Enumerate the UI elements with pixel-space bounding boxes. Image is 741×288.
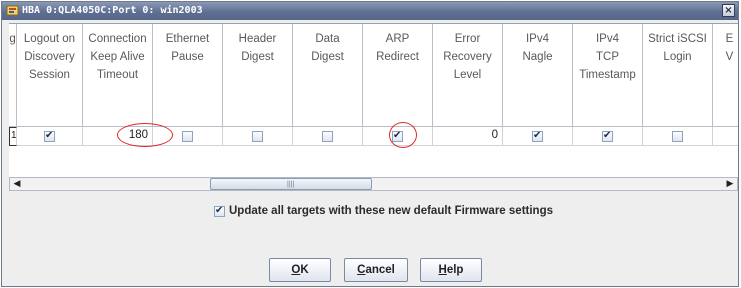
data-digest-checkbox[interactable] [322,131,333,142]
header-label: IPv4 [525,33,549,45]
table-cell-error-recovery-level[interactable]: 0 [433,127,503,146]
scroll-left-arrow-icon[interactable]: ◀ [11,178,23,190]
column-header-partial[interactable]: ng [9,24,17,127]
table-cell-header-digest[interactable] [223,127,293,146]
header-label: Timeout [96,69,139,81]
cancel-button[interactable]: Cancel [344,258,408,282]
ok-button[interactable]: OK [269,258,331,282]
header-label: Ethernet [165,33,210,45]
table-cell-row-number[interactable]: 1 [9,127,17,146]
dialog-window: HBA 0:QLA4050C:Port 0: win2003 × ng Logo… [1,1,739,287]
header-label: Login [663,51,692,63]
header-label: Connection [88,33,147,45]
keep-alive-timeout-value[interactable]: 180 [129,129,148,141]
header-label: Timestamp [579,69,636,81]
update-all-targets-label: Update all targets with these new defaul… [229,205,553,217]
logout-on-discovery-session-checkbox[interactable] [44,130,55,142]
grip-icon: |||| [287,181,295,188]
title-bar[interactable]: HBA 0:QLA4050C:Port 0: win2003 × [2,2,738,20]
table-cell-ethernet-pause[interactable] [153,127,223,146]
column-header-connection-keep-alive-timeout[interactable]: Connection Keep Alive Timeout [83,24,153,127]
column-header-strict-iscsi-login[interactable]: Strict iSCSI Login [643,24,713,127]
header-digest-checkbox[interactable] [252,131,263,142]
close-button[interactable]: × [722,4,735,17]
arp-redirect-checkbox[interactable] [392,130,403,142]
column-header-error-recovery-level[interactable]: Error Recovery Level [433,24,503,127]
header-label: Discovery [24,51,75,63]
header-label: IPv4 [595,33,619,45]
window-title: HBA 0:QLA4050C:Port 0: win2003 [22,5,203,16]
cancel-label-rest: ancel [365,264,395,276]
header-label: Error [454,33,481,45]
table-cell-connection-keep-alive-timeout[interactable]: 180 [83,127,153,146]
header-label: Nagle [522,51,553,63]
table-cell-arp-redirect[interactable] [363,127,433,146]
header-label: ng [9,33,16,45]
ok-label-rest: K [300,264,309,276]
column-header-ethernet-pause[interactable]: Ethernet Pause [153,24,223,127]
header-label: V [725,51,734,63]
help-mnemonic: H [438,264,447,276]
table-cell-data-digest[interactable] [293,127,363,146]
header-label: TCP [596,51,619,63]
column-header-logout-on-discovery-session[interactable]: Logout on Discovery Session [17,24,83,127]
horizontal-scrollbar[interactable]: ◀ |||| ▶ [9,177,738,191]
update-all-targets-checkbox[interactable] [214,205,225,217]
help-label-rest: elp [446,264,464,276]
table-cell-ipv4-nagle[interactable] [503,127,573,146]
row-number: 1 [11,130,17,141]
column-header-header-digest[interactable]: Header Digest [223,24,293,127]
column-header-ipv4-nagle[interactable]: IPv4 Nagle [503,24,573,127]
header-label: Strict iSCSI [648,33,707,45]
table-cell-partial-right[interactable] [713,127,738,146]
table-cell-strict-iscsi-login[interactable] [643,127,713,146]
column-header-ipv4-tcp-timestamp[interactable]: IPv4 TCP Timestamp [573,24,643,127]
scroll-thumb[interactable]: |||| [210,178,372,190]
column-header-data-digest[interactable]: Data Digest [293,24,363,127]
app-icon [6,5,19,16]
column-header-partial-right[interactable]: E V [713,24,738,127]
ipv4-nagle-checkbox[interactable] [532,130,543,142]
settings-table: ng Logout on Discovery Session Connectio… [9,23,738,177]
header-label: Recovery [443,51,492,63]
ok-mnemonic: O [291,264,301,276]
ethernet-pause-checkbox[interactable] [182,131,193,142]
header-label: Digest [311,51,344,63]
header-label: Level [453,69,482,81]
header-label: Pause [171,51,204,63]
header-label: E [725,33,734,45]
header-label: Digest [241,51,274,63]
header-label: Header [238,33,277,45]
error-recovery-level-value[interactable]: 0 [492,129,498,141]
table-cell-logout-on-discovery-session[interactable] [17,127,83,146]
header-label: Data [315,33,340,45]
header-label: ARP [385,33,410,45]
header-label: Keep Alive [90,51,145,63]
strict-iscsi-login-checkbox[interactable] [672,131,683,142]
header-label: Session [29,69,70,81]
ipv4-tcp-timestamp-checkbox[interactable] [602,130,613,142]
header-label: Logout on [23,33,76,45]
help-button[interactable]: Help [420,258,482,282]
scroll-right-arrow-icon[interactable]: ▶ [724,178,736,190]
column-header-arp-redirect[interactable]: ARP Redirect [363,24,433,127]
header-label: Redirect [376,51,419,63]
table-cell-ipv4-tcp-timestamp[interactable] [573,127,643,146]
table-empty-area [9,146,738,177]
